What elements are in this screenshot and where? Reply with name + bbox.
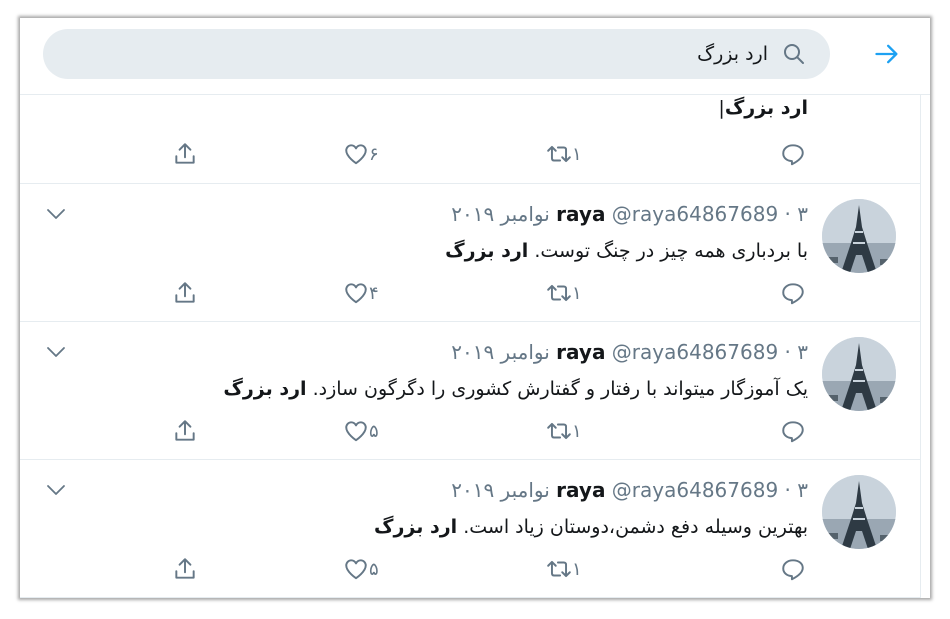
like-button[interactable]: ۴ — [343, 276, 389, 310]
reply-button[interactable] — [780, 414, 806, 448]
retweet-icon — [547, 284, 571, 302]
like-count: ۵ — [369, 420, 379, 442]
search-icon — [784, 44, 804, 64]
share-icon — [175, 282, 195, 303]
eiffel-tower-icon — [822, 199, 896, 273]
tweet-text: ارد بزرگ| — [718, 95, 808, 121]
search-header — [20, 18, 930, 95]
author-handle[interactable]: @raya64867689 — [612, 340, 778, 364]
tweet-text-bold: ارد بزرگ — [724, 97, 808, 119]
tweet-actions: ۱ ۵ — [20, 552, 920, 586]
share-button[interactable] — [172, 276, 198, 310]
tweet-actions: ۱ ۶ — [20, 137, 920, 171]
avatar[interactable] — [822, 337, 896, 411]
author-name[interactable]: raya — [556, 478, 605, 502]
chevron-down-icon — [47, 209, 65, 219]
retweet-count: ۱ — [572, 143, 582, 165]
reply-button[interactable] — [780, 276, 806, 310]
author-name[interactable]: raya — [556, 202, 605, 226]
retweet-button[interactable]: ۱ — [546, 276, 592, 310]
tweet-text-bold: ارد بزرگ — [223, 378, 307, 400]
eiffel-tower-icon — [822, 475, 896, 549]
heart-icon — [345, 283, 367, 304]
share-icon — [175, 420, 195, 441]
tweet-text: با بردباری همه چیز در چنگ توست. ارد بزرگ — [445, 238, 808, 264]
avatar[interactable] — [822, 475, 896, 549]
like-button[interactable]: ۵ — [343, 414, 389, 448]
heart-icon — [345, 144, 367, 165]
heart-icon — [345, 421, 367, 442]
chevron-down-button[interactable] — [46, 206, 66, 220]
search-box[interactable] — [43, 29, 830, 79]
tweet-actions: ۱ ۵ — [20, 414, 920, 448]
separator-dot: · — [784, 340, 791, 364]
tweet-text: یک آموزگار میتواند با رفتار و گفتارش کشو… — [223, 376, 808, 402]
like-button[interactable]: ۶ — [343, 137, 389, 171]
author-handle[interactable]: @raya64867689 — [612, 478, 778, 502]
tweet[interactable]: raya @raya64867689 · ۳ نوامبر ۲۰۱۹ با بر… — [20, 184, 920, 322]
tweet-text-plain: یک آموزگار میتواند با رفتار و گفتارش کشو… — [306, 378, 808, 400]
retweet-icon — [547, 145, 571, 163]
eiffel-tower-icon — [822, 337, 896, 411]
tweet[interactable]: raya @raya64867689 · ۳ نوامبر ۲۰۱۹ یک آم… — [20, 322, 920, 460]
chevron-down-button[interactable] — [46, 482, 66, 496]
tweet-timeline: ارد بزرگ| ۱ ۶ raya @raya64867689 · ۳ نوا… — [20, 95, 921, 598]
share-icon — [175, 143, 195, 164]
retweet-icon — [547, 560, 571, 578]
share-button[interactable] — [172, 552, 198, 586]
heart-icon — [345, 559, 367, 580]
back-button[interactable] — [872, 39, 902, 69]
retweet-button[interactable]: ۱ — [546, 552, 592, 586]
avatar[interactable] — [822, 199, 896, 273]
share-icon — [175, 558, 195, 579]
like-count: ۶ — [369, 143, 379, 165]
tweet-text-bold: ارد بزرگ — [374, 516, 458, 538]
tweet-header: raya @raya64867689 · ۳ نوامبر ۲۰۱۹ — [451, 202, 808, 226]
separator-dot: · — [784, 478, 791, 502]
like-count: ۴ — [369, 282, 379, 304]
search-input[interactable] — [88, 37, 768, 71]
like-count: ۵ — [369, 558, 379, 580]
arrow-right-icon — [875, 44, 898, 64]
chevron-down-button[interactable] — [46, 344, 66, 358]
author-name[interactable]: raya — [556, 340, 605, 364]
share-button[interactable] — [172, 414, 198, 448]
separator-dot: · — [784, 202, 791, 226]
tweet[interactable]: ارد بزرگ| ۱ ۶ — [20, 95, 920, 184]
tweet-text: بهترین وسیله دفع دشمن،دوستان زیاد است. ا… — [374, 514, 808, 540]
reply-icon — [782, 421, 804, 443]
retweet-count: ۱ — [572, 420, 582, 442]
tweet[interactable]: raya @raya64867689 · ۳ نوامبر ۲۰۱۹ بهتری… — [20, 460, 920, 598]
tweet-actions: ۱ ۴ — [20, 276, 920, 310]
reply-icon — [782, 283, 804, 305]
tweet-text-bold: ارد بزرگ — [445, 240, 529, 262]
reply-button[interactable] — [780, 552, 806, 586]
reply-icon — [782, 559, 804, 581]
share-button[interactable] — [172, 137, 198, 171]
retweet-count: ۱ — [572, 558, 582, 580]
like-button[interactable]: ۵ — [343, 552, 389, 586]
retweet-button[interactable]: ۱ — [546, 137, 592, 171]
tweet-header: raya @raya64867689 · ۳ نوامبر ۲۰۱۹ — [451, 478, 808, 502]
chevron-down-icon — [47, 485, 65, 495]
tweet-header: raya @raya64867689 · ۳ نوامبر ۲۰۱۹ — [451, 340, 808, 364]
tweet-text-plain: بهترین وسیله دفع دشمن،دوستان زیاد است. — [457, 516, 808, 538]
author-handle[interactable]: @raya64867689 — [612, 202, 778, 226]
chevron-down-icon — [47, 347, 65, 357]
tweet-text-plain: با بردباری همه چیز در چنگ توست. — [528, 240, 808, 262]
retweet-count: ۱ — [572, 282, 582, 304]
retweet-button[interactable]: ۱ — [546, 414, 592, 448]
retweet-icon — [547, 422, 571, 440]
app-window: ارد بزرگ| ۱ ۶ — [20, 18, 930, 598]
reply-icon — [782, 144, 804, 166]
reply-button[interactable] — [780, 137, 806, 171]
